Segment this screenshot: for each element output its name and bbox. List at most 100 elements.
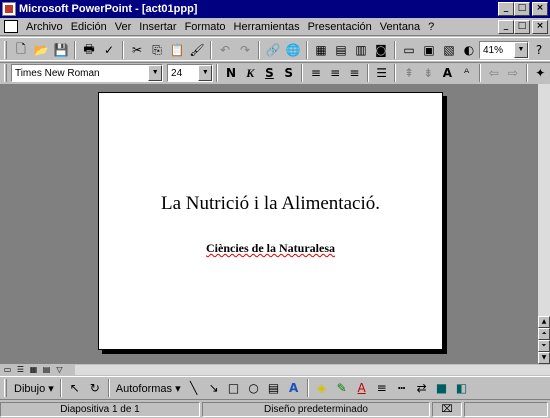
insert-table-icon[interactable]: ▦: [311, 40, 331, 60]
web-toolbar-icon[interactable]: 🌐: [283, 40, 303, 60]
menu-ver[interactable]: Ver: [111, 21, 136, 33]
align-right-icon[interactable]: ≡: [345, 63, 364, 83]
arrow-style-icon[interactable]: ⇄: [412, 378, 432, 398]
slide-sorter-icon[interactable]: ▦: [28, 365, 39, 375]
underline-button[interactable]: S: [260, 63, 279, 83]
zoom-combo[interactable]: 41% ▼: [479, 41, 529, 59]
new-document-icon[interactable]: 🗋: [11, 40, 31, 60]
slide-canvas[interactable]: La Nutrició i la Alimentació. Ciències d…: [98, 92, 443, 350]
menu-presentacion[interactable]: Presentación: [304, 21, 376, 33]
copy-icon[interactable]: ⎘: [147, 40, 167, 60]
free-rotate-icon[interactable]: ↻: [85, 378, 105, 398]
font-size-combo[interactable]: 24 ▼: [167, 64, 214, 82]
menu-ventana[interactable]: Ventana: [376, 21, 424, 33]
paste-icon[interactable]: 📋: [167, 40, 187, 60]
close-button[interactable]: ×: [532, 2, 548, 16]
menu-herramientas[interactable]: Herramientas: [230, 21, 304, 33]
align-center-icon[interactable]: ≡: [326, 63, 345, 83]
promote-icon[interactable]: ⇦: [484, 63, 503, 83]
toolbar-grip[interactable]: [4, 64, 7, 82]
menu-help[interactable]: ?: [424, 21, 438, 33]
3d-style-icon[interactable]: ◧: [452, 378, 472, 398]
decrease-spacing-icon[interactable]: ⇟: [419, 63, 438, 83]
line-icon[interactable]: ╲: [184, 378, 204, 398]
vertical-scrollbar[interactable]: ▲ ⏶ ⏷ ▼: [538, 84, 550, 364]
select-pointer-icon[interactable]: ↖: [65, 378, 85, 398]
next-slide-icon[interactable]: ⏷: [538, 340, 550, 352]
redo-icon[interactable]: ↷: [235, 40, 255, 60]
decrease-font-icon[interactable]: ᴬ: [457, 63, 476, 83]
new-slide-icon[interactable]: ▭: [399, 40, 419, 60]
outline-view-icon[interactable]: ☰: [15, 365, 26, 375]
textbox-icon[interactable]: ▤: [264, 378, 284, 398]
menu-edicion[interactable]: Edición: [67, 21, 111, 33]
restore-button[interactable]: □: [514, 2, 530, 16]
doc-minimize-button[interactable]: _: [498, 20, 514, 34]
oval-icon[interactable]: ○: [244, 378, 264, 398]
menu-archivo[interactable]: Archivo: [22, 21, 67, 33]
notes-view-icon[interactable]: ▤: [41, 365, 52, 375]
arrow-icon[interactable]: ↘: [204, 378, 224, 398]
chevron-down-icon[interactable]: ▼: [198, 65, 213, 81]
spelling-status-icon[interactable]: ⌧: [432, 402, 462, 417]
drawing-toolbar: Dibujo ▾ ↖ ↻ Autoformas ▾ ╲ ↘ □ ○ ▤ A ◈ …: [0, 376, 550, 400]
insert-clipart-icon[interactable]: ◙: [371, 40, 391, 60]
previous-slide-icon[interactable]: ⏶: [538, 328, 550, 340]
autoshapes-menu-button[interactable]: Autoformas ▾: [113, 382, 184, 395]
undo-icon[interactable]: ↶: [215, 40, 235, 60]
save-icon[interactable]: 💾: [51, 40, 71, 60]
chevron-down-icon[interactable]: ▼: [148, 65, 163, 81]
document-icon[interactable]: [4, 20, 18, 33]
menu-insertar[interactable]: Insertar: [135, 21, 180, 33]
slide-layout-icon[interactable]: ▣: [419, 40, 439, 60]
scroll-down-icon[interactable]: ▼: [538, 352, 550, 364]
spelling-icon[interactable]: ✓: [99, 40, 119, 60]
horizontal-scrollbar[interactable]: [75, 365, 550, 375]
toolbar-grip[interactable]: [4, 41, 7, 59]
help-icon[interactable]: ?: [529, 40, 549, 60]
print-icon[interactable]: 🖶: [79, 40, 99, 60]
format-painter-icon[interactable]: 🖌: [187, 40, 207, 60]
toolbar-grip[interactable]: [4, 379, 7, 397]
slide-subtitle[interactable]: Ciències de la Naturalesa: [99, 241, 442, 256]
dash-style-icon[interactable]: ┅: [392, 378, 412, 398]
grayscale-icon[interactable]: ◐: [459, 40, 479, 60]
animation-effects-icon[interactable]: ✦: [531, 63, 550, 83]
font-size-value: 24: [171, 67, 183, 79]
scroll-up-icon[interactable]: ▲: [538, 316, 550, 328]
insert-chart-icon[interactable]: ▥: [351, 40, 371, 60]
bold-button[interactable]: N: [221, 63, 240, 83]
wordart-icon[interactable]: A: [284, 378, 304, 398]
powerpoint-app-icon[interactable]: [2, 2, 16, 16]
font-combo[interactable]: Times New Roman ▼: [10, 64, 164, 82]
cut-icon[interactable]: ✂: [127, 40, 147, 60]
fill-color-icon[interactable]: ◈: [312, 378, 332, 398]
hyperlink-icon[interactable]: 🔗: [263, 40, 283, 60]
shadow-button[interactable]: S: [279, 63, 298, 83]
slide-workspace[interactable]: La Nutrició i la Alimentació. Ciències d…: [0, 84, 538, 364]
open-folder-icon[interactable]: 📂: [31, 40, 51, 60]
slideshow-icon[interactable]: ▽: [54, 365, 65, 375]
italic-button[interactable]: K: [241, 63, 260, 83]
demote-icon[interactable]: ⇨: [503, 63, 522, 83]
doc-restore-button[interactable]: □: [514, 20, 530, 34]
line-color-icon[interactable]: ✎: [332, 378, 352, 398]
line-style-icon[interactable]: ≡: [372, 378, 392, 398]
menu-formato[interactable]: Formato: [181, 21, 230, 33]
draw-menu-button[interactable]: Dibujo ▾: [11, 382, 57, 395]
font-color-icon[interactable]: A: [352, 378, 372, 398]
increase-font-icon[interactable]: A: [438, 63, 457, 83]
chevron-down-icon[interactable]: ▼: [514, 42, 528, 58]
doc-close-button[interactable]: ×: [532, 20, 548, 34]
increase-spacing-icon[interactable]: ⇞: [399, 63, 418, 83]
minimize-button[interactable]: _: [498, 2, 514, 16]
shadow-style-icon[interactable]: ■: [432, 378, 452, 398]
normal-view-icon[interactable]: ▭: [2, 365, 13, 375]
align-left-icon[interactable]: ≡: [306, 63, 325, 83]
font-value: Times New Roman: [14, 67, 100, 79]
slide-title[interactable]: La Nutrició i la Alimentació.: [99, 193, 442, 215]
background-icon[interactable]: ▧: [439, 40, 459, 60]
insert-excel-icon[interactable]: ▤: [331, 40, 351, 60]
rectangle-icon[interactable]: □: [224, 378, 244, 398]
bullets-icon[interactable]: ☰: [372, 63, 391, 83]
